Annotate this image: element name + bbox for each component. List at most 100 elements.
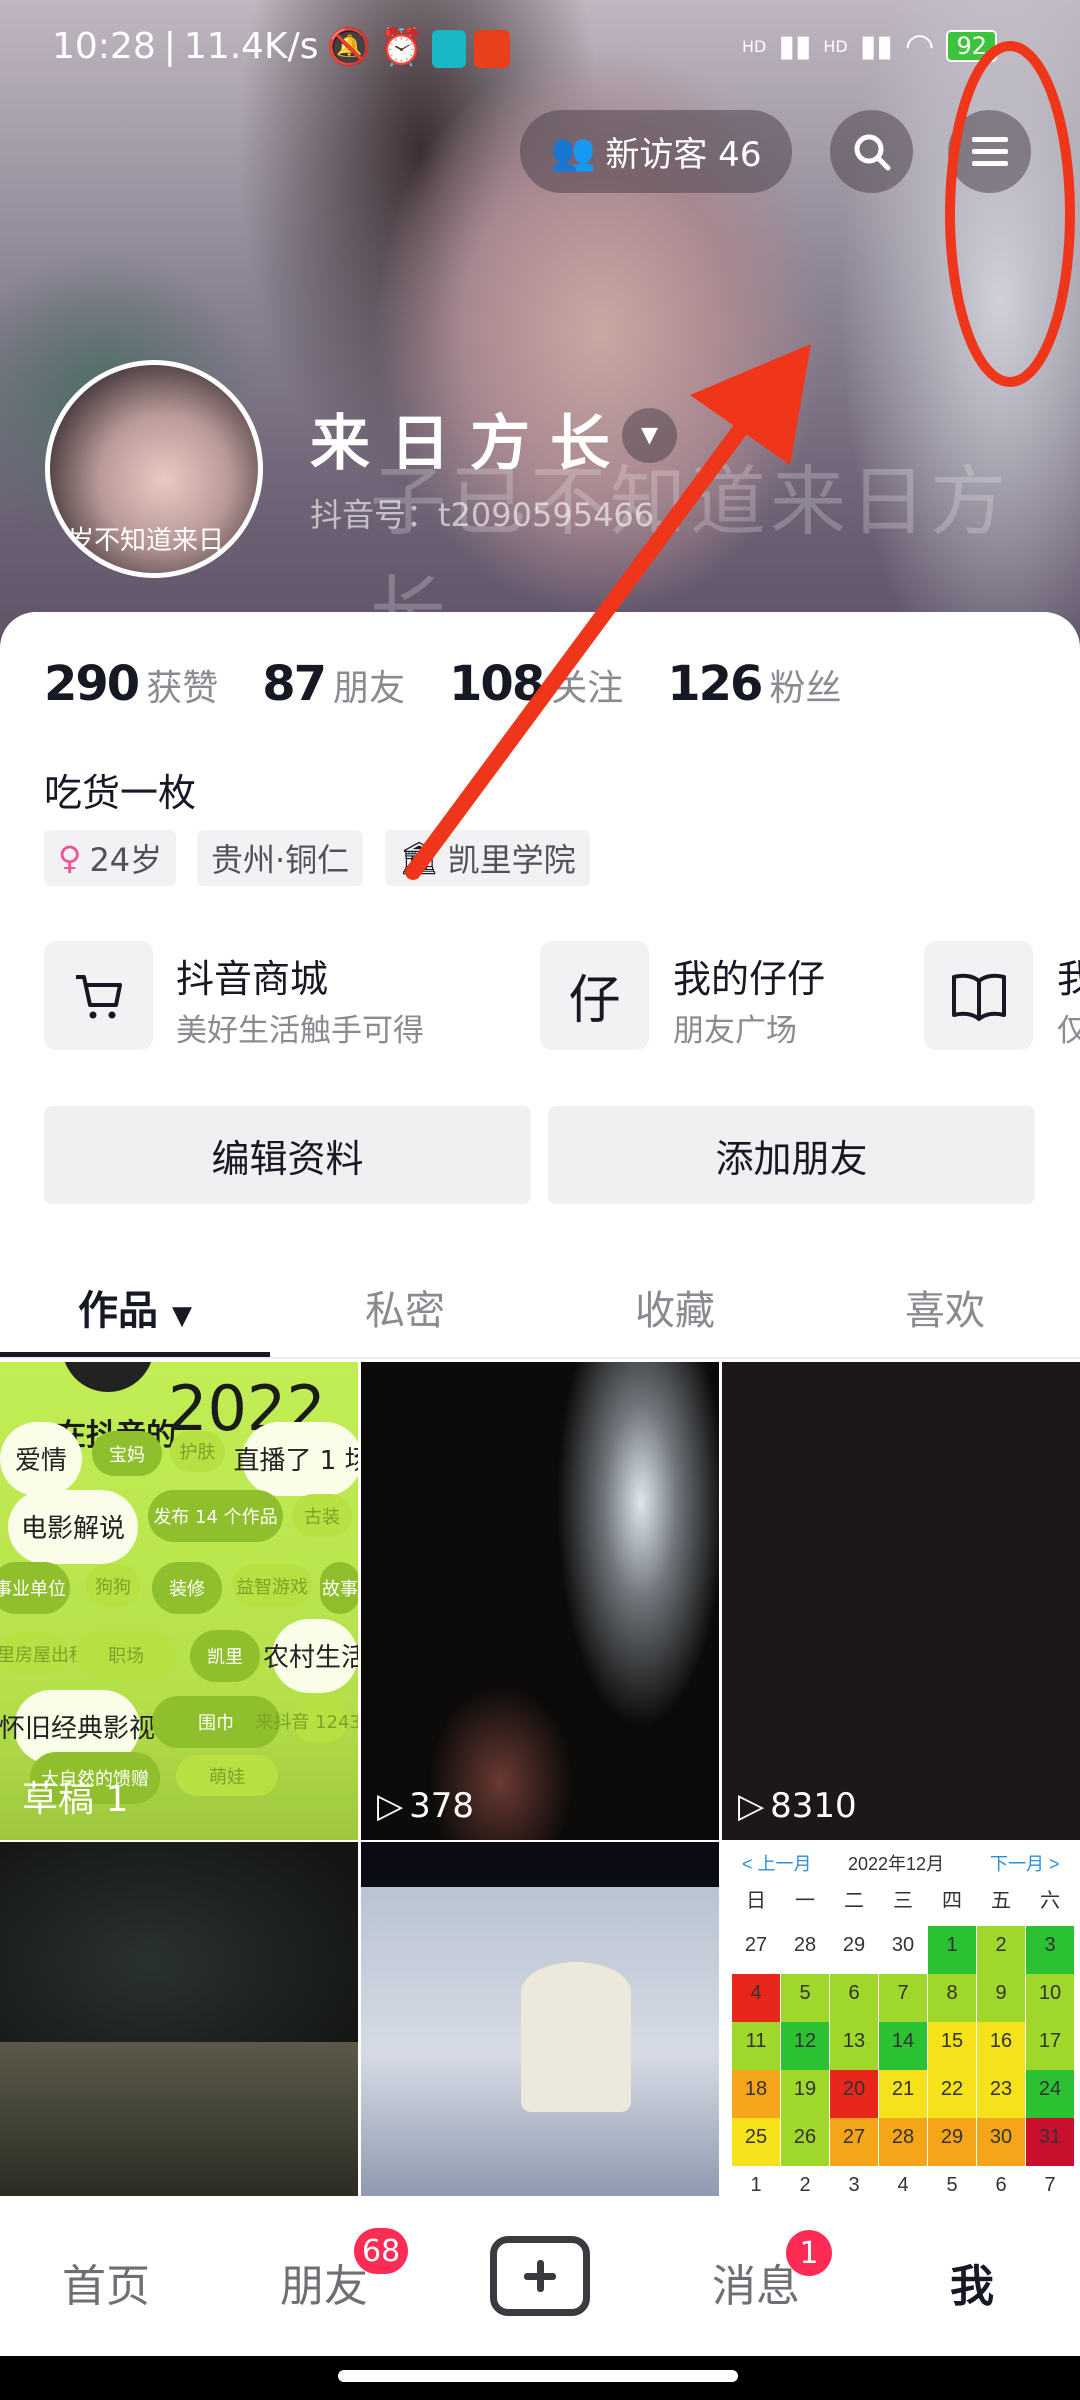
- calendar-day: 28: [781, 1926, 829, 1974]
- calendar-day: 5: [928, 2166, 976, 2196]
- nav-home[interactable]: 首页: [62, 2250, 150, 2314]
- edit-profile-button[interactable]: 编辑资料: [44, 1106, 531, 1204]
- cup: [521, 1962, 631, 2112]
- calendar-day: 1: [928, 1926, 976, 1974]
- calendar-day: 12: [781, 2022, 829, 2070]
- annotation-arrow-head: [690, 344, 811, 465]
- topic-bubble: 事业单位: [0, 1562, 70, 1615]
- calendar-day: 29: [928, 2118, 976, 2166]
- calendar-day: 29: [830, 1926, 878, 1974]
- calendar-day: 28: [879, 2118, 927, 2166]
- tab-works[interactable]: 作品 ▼: [0, 1278, 270, 1336]
- video-tile[interactable]: [361, 1842, 719, 2196]
- calendar-day: 15: [928, 2022, 976, 2070]
- calendar-month: 2022年12月: [848, 1854, 945, 1874]
- topic-bubble: 凯里房屋出租: [0, 1632, 87, 1676]
- calendar-day: 18: [732, 2070, 780, 2118]
- create-button[interactable]: [490, 2236, 590, 2316]
- topic-bubble: 发布 14 个作品: [148, 1490, 283, 1543]
- calendar-day: 20: [830, 2070, 878, 2118]
- calendar-day: 4: [879, 2166, 927, 2196]
- play-icon: ▷: [377, 1786, 404, 1826]
- calendar-day: 8: [928, 1974, 976, 2022]
- topic-bubble: 故事: [320, 1562, 358, 1615]
- calendar-day: 23: [977, 2070, 1025, 2118]
- calendar-prev: < 上一月: [742, 1854, 812, 1874]
- mall-button[interactable]: [44, 941, 153, 1050]
- calendar-day: 6: [977, 2166, 1025, 2196]
- calendar-next: 下一月 >: [990, 1854, 1060, 1874]
- topic-bubble: 爱情: [0, 1422, 82, 1496]
- tab-favorites[interactable]: 收藏: [540, 1278, 810, 1336]
- zaizai-title[interactable]: 我的仔仔: [673, 948, 825, 1003]
- calendar-tile[interactable]: < 上一月 2022年12月 下一月 > 日一二三四五六 27 28 29 30 1 2 3 4…: [722, 1842, 1080, 2196]
- topic-bubble: 护肤: [170, 1431, 225, 1472]
- calendar-weekday: 日: [746, 1890, 766, 1912]
- draft-tile[interactable]: 在抖音的 2022 爱情宝妈护肤直播了 1 场电影解说发布 14 个作品古装事业…: [0, 1362, 358, 1840]
- calendar-day: 3: [830, 2166, 878, 2196]
- mall-title[interactable]: 抖音商城: [176, 948, 328, 1003]
- calendar-weekday: 四: [942, 1890, 962, 1912]
- add-friend-button[interactable]: 添加朋友: [548, 1106, 1035, 1204]
- nav-me[interactable]: 我: [950, 2250, 994, 2314]
- video-tile[interactable]: ▷ 8310: [722, 1362, 1080, 1840]
- calendar-day: 30: [879, 1926, 927, 1974]
- home-indicator[interactable]: [338, 2370, 738, 2382]
- calendar-day: 26: [781, 2118, 829, 2166]
- annotation-overlay: [405, 41, 1075, 880]
- calendar-day: 3: [1026, 1926, 1074, 1974]
- friends-badge: 68: [354, 2228, 409, 2274]
- calendar-day: 2: [781, 2166, 829, 2196]
- dashboard: [0, 2042, 358, 2196]
- calendar-day: 14: [879, 2022, 927, 2070]
- calendar-day: 24: [1026, 2070, 1074, 2118]
- play-count: ▷ 8310: [738, 1786, 857, 1826]
- play-count: ▷ 378: [377, 1786, 475, 1826]
- topic-bubble: 益智游戏: [232, 1564, 312, 1608]
- calendar-day: 25: [732, 2118, 780, 2166]
- calendar-weekday: 三: [893, 1890, 913, 1912]
- calendar-day: 7: [1026, 2166, 1074, 2196]
- topic-bubble: 凯里: [190, 1630, 260, 1683]
- video-tile[interactable]: [0, 1842, 358, 2196]
- third-service-subtitle: 仅: [1057, 1013, 1080, 1049]
- topic-bubble: 电影解说: [8, 1490, 138, 1564]
- topic-bubble: 职场: [76, 1630, 176, 1681]
- third-service-button[interactable]: [924, 941, 1033, 1050]
- calendar-day: 6: [830, 1974, 878, 2022]
- zai-icon: 仔: [568, 971, 621, 1031]
- topic-bubble: 萌娃: [176, 1755, 278, 1797]
- video-tile[interactable]: ▷ 378: [361, 1362, 719, 1840]
- cart-icon: [75, 974, 122, 1018]
- calendar-day: 19: [781, 2070, 829, 2118]
- play-icon: ▷: [738, 1786, 765, 1826]
- calendar-day: 31: [1026, 2118, 1074, 2166]
- tab-private[interactable]: 私密: [270, 1278, 540, 1336]
- annotation-circle: [945, 41, 1075, 387]
- plus-icon: [524, 2260, 556, 2292]
- calendar-day: 27: [830, 2118, 878, 2166]
- tab-likes[interactable]: 喜欢: [810, 1278, 1080, 1336]
- calendar-weekday: 六: [1040, 1890, 1060, 1912]
- mall-subtitle: 美好生活触手可得: [176, 1013, 424, 1049]
- topic-bubble: 来抖音 1243 天: [255, 1699, 358, 1743]
- calendar-day: 1: [732, 2166, 780, 2196]
- third-service-title[interactable]: 我: [1057, 948, 1080, 1003]
- calendar-day: 27: [732, 1926, 780, 1974]
- calendar-day: 30: [977, 2118, 1025, 2166]
- calendar-day: 4: [732, 1974, 780, 2022]
- calendar-day: 17: [1026, 2022, 1074, 2070]
- zaizai-button[interactable]: 仔: [540, 941, 649, 1050]
- calendar-day: 22: [928, 2070, 976, 2118]
- draft-label: 草稿 1: [22, 1779, 129, 1820]
- topic-bubble: 装修: [152, 1562, 222, 1615]
- avatar-thumb: [62, 1362, 154, 1392]
- dropdown-icon: ▼: [171, 1301, 192, 1331]
- calendar-day: 13: [830, 2022, 878, 2070]
- messages-badge: 1: [786, 2230, 832, 2276]
- system-nav-bar: [0, 2356, 1080, 2400]
- calendar-day: 7: [879, 1974, 927, 2022]
- topic-bubble: 狗狗: [86, 1564, 140, 1608]
- calendar-weekday: 一: [795, 1890, 815, 1912]
- calendar-weekday: 二: [844, 1890, 864, 1912]
